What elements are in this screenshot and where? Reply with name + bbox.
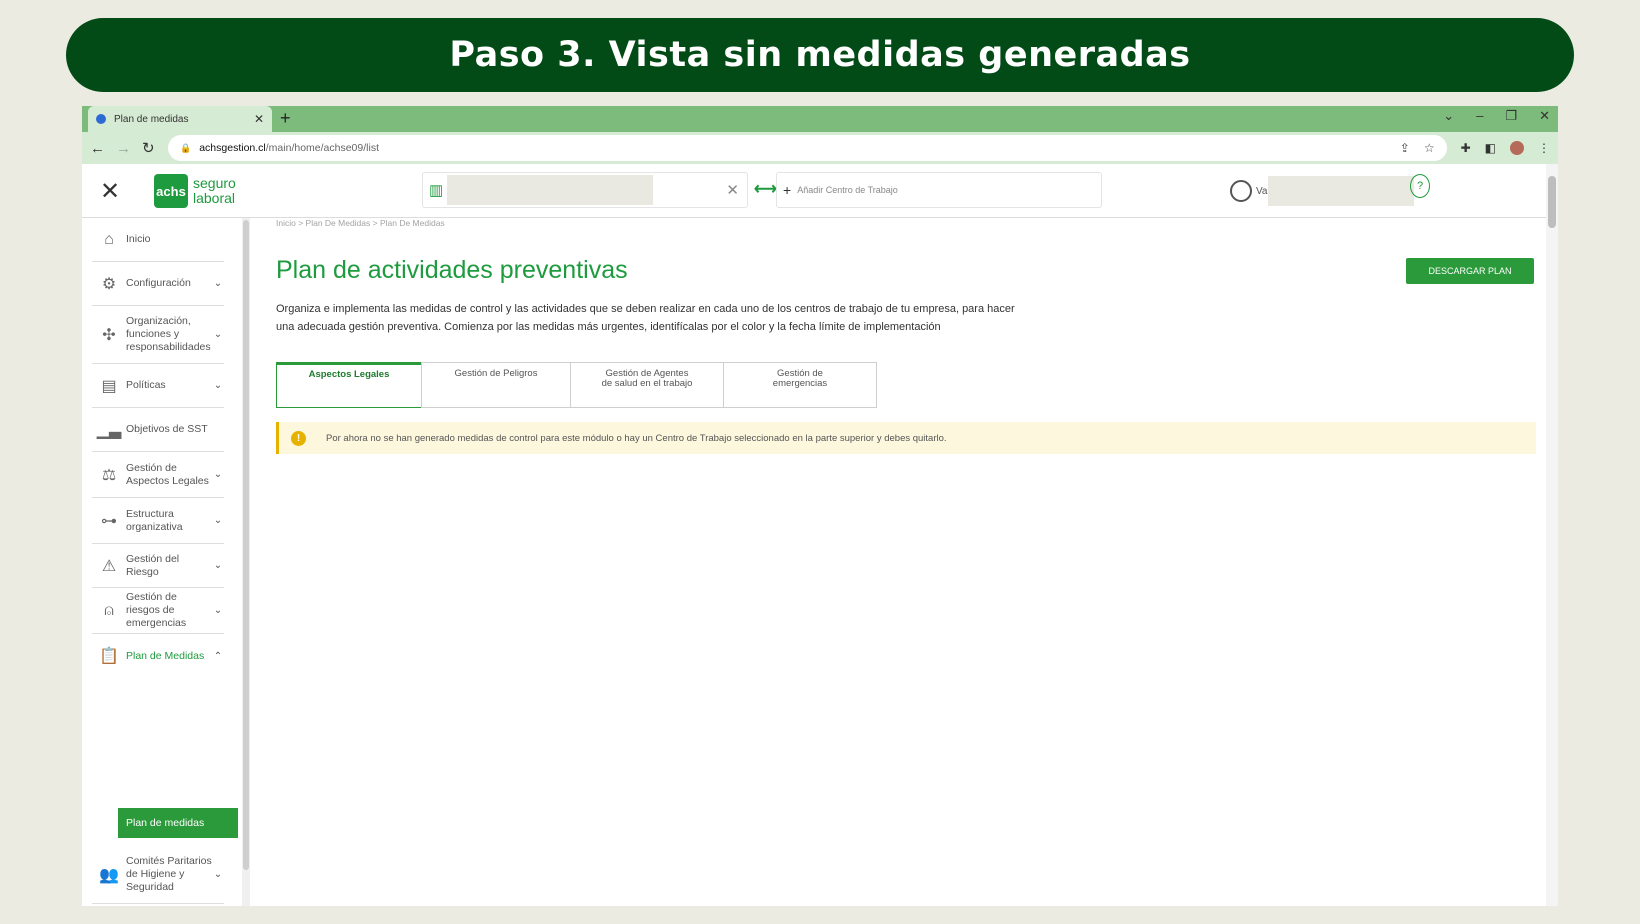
browser-window: Plan de medidas ✕ + ⌄ – ❐ ✕ ← → ↻ 🔒 achs… xyxy=(82,106,1558,906)
home-icon: ⌂ xyxy=(104,230,114,248)
company-name-redacted xyxy=(447,175,654,205)
user-icon xyxy=(1230,180,1252,202)
hierarchy-icon: ⊶ xyxy=(101,512,117,530)
user-name-redacted xyxy=(1267,176,1414,206)
url-field[interactable]: 🔒 achsgestion.cl/main/home/achse09/list … xyxy=(168,135,1447,161)
sidebar-item-inicio[interactable]: ⌂ Inicio xyxy=(92,218,224,262)
browser-tab[interactable]: Plan de medidas ✕ xyxy=(88,106,272,132)
minimize-icon[interactable]: – xyxy=(1476,108,1483,124)
main-content: Inicio > Plan De Medidas > Plan De Medid… xyxy=(276,218,1546,454)
sidebar-item-emergencias[interactable]: ⍝ Gestión de riesgos de emergencias ⌄ xyxy=(92,588,224,634)
side-panel-icon[interactable]: ◧ xyxy=(1485,141,1496,155)
page-description: Organiza e implementa las medidas de con… xyxy=(276,303,1015,333)
chevron-up-icon: ⌃ xyxy=(213,650,223,662)
forward-icon[interactable]: → xyxy=(116,140,131,157)
close-window-icon[interactable]: ✕ xyxy=(1539,108,1550,124)
chevron-down-icon: ⌄ xyxy=(213,515,223,526)
sidebar-item-objetivos[interactable]: ▁▃ Objetivos de SST xyxy=(92,408,224,452)
sidebar-item-riesgo[interactable]: ⚠ Gestión del Riesgo ⌄ xyxy=(92,544,224,588)
favicon-icon xyxy=(96,114,106,124)
add-workplace-label: Añadir Centro de Trabajo xyxy=(797,185,898,195)
page-scrollbar[interactable] xyxy=(1546,164,1558,906)
lock-icon: 🔒 xyxy=(180,142,192,153)
chevron-down-icon: ⌄ xyxy=(213,560,223,571)
plus-icon: + xyxy=(783,182,792,198)
address-bar-row: ← → ↻ 🔒 achsgestion.cl/main/home/achse09… xyxy=(82,132,1558,164)
chevron-down-icon: ⌄ xyxy=(213,278,223,289)
sidebar-item-aspectos-legales[interactable]: ⚖ Gestión de Aspectos Legales ⌄ xyxy=(92,452,224,498)
extensions-puzzle-icon[interactable]: ✚ xyxy=(1461,141,1471,155)
logo-text-line1: seguro xyxy=(193,175,236,191)
achs-logo[interactable]: achs seguro laboral xyxy=(154,174,236,208)
chevron-down-icon: ⌄ xyxy=(213,469,223,480)
chevron-down-icon: ⌄ xyxy=(213,380,223,391)
tab-search-icon[interactable]: ⌄ xyxy=(1443,108,1454,124)
tab-bar: Plan de medidas ✕ + ⌄ – ❐ ✕ xyxy=(82,106,1558,132)
user-menu[interactable]: Va xyxy=(1230,176,1414,206)
sidebar-item-organizacion[interactable]: ✣ Organización, funciones y responsabili… xyxy=(92,306,224,364)
module-tabs: Aspectos Legales Gestión de Peligros Ges… xyxy=(276,362,877,408)
group-icon: 👥 xyxy=(99,866,119,884)
close-tab-icon[interactable]: ✕ xyxy=(254,112,264,126)
sidebar-item-estructura[interactable]: ⊶ Estructura organizativa ⌄ xyxy=(92,498,224,544)
sidebar: ⌂ Inicio ⚙ Configuración ⌄ ✣ Organizació… xyxy=(82,218,242,906)
restore-icon[interactable]: ❐ xyxy=(1505,108,1517,124)
logo-text-line2: laboral xyxy=(193,190,236,206)
document-icon: ▤ xyxy=(101,377,117,395)
share-icon[interactable]: ⇪ xyxy=(1400,141,1410,155)
tab-aspectos-legales[interactable]: Aspectos Legales xyxy=(276,362,422,408)
new-tab-icon[interactable]: + xyxy=(280,108,291,129)
tab-gestion-peligros[interactable]: Gestión de Peligros xyxy=(421,362,571,408)
warning-circle-icon: ! xyxy=(291,430,306,446)
org-network-icon: ✣ xyxy=(102,326,116,344)
warning-icon: ⚠ xyxy=(101,557,117,575)
app-header: ✕ achs seguro laboral ▥ ✕ ⟷ + Añadir Cen… xyxy=(82,164,1558,218)
page-title: Plan de actividades preventivas xyxy=(276,256,628,284)
window-controls: ⌄ – ❐ ✕ xyxy=(1443,108,1550,124)
clipboard-icon: 📋 xyxy=(99,648,119,665)
breadcrumb[interactable]: Inicio > Plan De Medidas > Plan De Medid… xyxy=(276,218,1546,228)
scales-icon: ⚖ xyxy=(101,466,117,484)
sidebar-item-plan-medidas[interactable]: 📋 Plan de Medidas ⌃ xyxy=(92,634,224,678)
tab-gestion-agentes[interactable]: Gestión de Agentes de salud en el trabaj… xyxy=(570,362,724,408)
swap-arrows-icon: ⟷ xyxy=(754,181,777,198)
profile-avatar[interactable] xyxy=(1510,141,1524,155)
url-domain: achsgestion.cl xyxy=(199,142,266,154)
sidebar-item-comites[interactable]: 👥 Comités Paritarios de Higiene y Seguri… xyxy=(92,846,224,904)
sidebar-item-configuracion[interactable]: ⚙ Configuración ⌄ xyxy=(92,262,224,306)
sidebar-item-politicas[interactable]: ▤ Políticas ⌄ xyxy=(92,364,224,408)
gear-icon: ⚙ xyxy=(101,275,117,293)
download-plan-button[interactable]: DESCARGAR PLAN xyxy=(1406,258,1534,284)
user-initials: Va xyxy=(1256,185,1268,197)
help-icon[interactable]: ? xyxy=(1410,174,1430,198)
siren-icon: ⍝ xyxy=(104,601,114,619)
company-selector[interactable]: ▥ ✕ xyxy=(422,172,748,208)
sidebar-scroll-thumb[interactable] xyxy=(243,220,249,870)
bookmark-star-icon[interactable]: ☆ xyxy=(1424,141,1435,155)
sidebar-subitem-plan-de-medidas[interactable]: Plan de medidas xyxy=(118,808,238,838)
chevron-down-icon: ⌄ xyxy=(213,869,223,880)
page-scroll-thumb[interactable] xyxy=(1548,176,1556,228)
alert-text: Por ahora no se han generado medidas de … xyxy=(326,432,947,444)
add-workplace-field[interactable]: + Añadir Centro de Trabajo xyxy=(776,172,1102,208)
chevron-down-icon: ⌄ xyxy=(213,329,223,340)
url-path: /main/home/achse09/list xyxy=(265,142,379,154)
back-icon[interactable]: ← xyxy=(90,140,105,157)
banner: Paso 3. Vista sin medidas generadas xyxy=(66,18,1574,92)
chart-flag-icon: ▁▃ xyxy=(96,421,122,439)
tab-gestion-emergencias[interactable]: Gestión de emergencias xyxy=(723,362,877,408)
building-icon: ▥ xyxy=(429,182,444,199)
tab-title: Plan de medidas xyxy=(114,113,189,125)
no-measures-alert: ! Por ahora no se han generado medidas d… xyxy=(276,422,1536,454)
menu-kebab-icon[interactable]: ⋮ xyxy=(1538,141,1550,155)
banner-title: Paso 3. Vista sin medidas generadas xyxy=(449,35,1191,75)
clear-company-icon[interactable]: ✕ xyxy=(726,181,739,199)
chevron-down-icon: ⌄ xyxy=(213,605,223,616)
close-menu-icon[interactable]: ✕ xyxy=(100,177,120,206)
reload-icon[interactable]: ↻ xyxy=(142,139,155,157)
logo-mark: achs xyxy=(154,174,188,208)
